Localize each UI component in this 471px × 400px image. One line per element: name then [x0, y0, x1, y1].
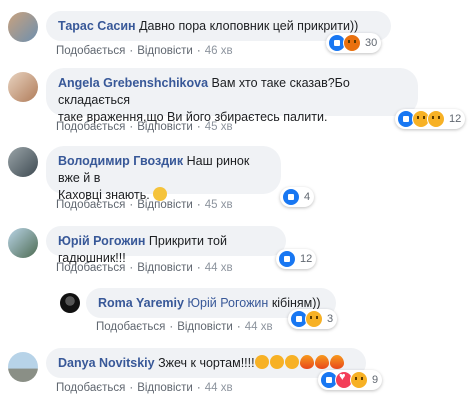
reaction-summary[interactable]: 3 [288, 309, 338, 329]
separator: · [129, 199, 134, 211]
comment-actions: Подобається · Відповісти · 45 хв [56, 121, 233, 133]
like-link[interactable]: Подобається [56, 382, 125, 394]
like-link[interactable]: Подобається [56, 121, 125, 133]
separator: · [196, 382, 201, 394]
like-reaction-icon [282, 188, 300, 206]
comment-author[interactable]: Roma Yaremiy [98, 296, 184, 310]
reaction-summary[interactable]: 4 [280, 187, 315, 207]
separator: · [169, 321, 174, 333]
comment-bubble: Danya Novitskiy Зжеч к чортам!!!! [46, 348, 366, 378]
timestamp[interactable]: 44 хв [205, 262, 233, 274]
haha-reaction-icon [350, 371, 368, 389]
comment-bubble: Angela Grebenshchikova Вам хто таке сказ… [46, 68, 418, 124]
reaction-count: 12 [449, 113, 462, 125]
reply-link[interactable]: Відповісти [137, 121, 193, 133]
angry-reaction-icon [343, 34, 361, 52]
comment-author[interactable]: Володимир Гвоздик [58, 154, 183, 168]
separator: · [129, 45, 134, 57]
avatar[interactable] [8, 147, 38, 177]
reaction-summary[interactable]: 12 [395, 109, 466, 129]
fire-emoji-icon [314, 355, 329, 369]
separator: · [236, 321, 241, 333]
avatar[interactable] [8, 352, 38, 382]
avatar[interactable] [8, 228, 38, 258]
comment-actions: Подобається · Відповісти · 44 хв [56, 262, 233, 274]
like-reaction-icon [278, 250, 296, 268]
wow-reaction-icon [427, 110, 445, 128]
reply-link[interactable]: Відповісти [137, 45, 193, 57]
comment-author[interactable]: Angela Grebenshchikova [58, 76, 208, 90]
fire-emoji-icon [299, 355, 314, 369]
timestamp[interactable]: 45 хв [205, 199, 233, 211]
reaction-summary[interactable]: 30 [326, 33, 382, 53]
like-link[interactable]: Подобається [56, 262, 125, 274]
comment-actions: Подобається · Відповісти · 44 хв [96, 321, 273, 333]
separator: · [129, 262, 134, 274]
comment-text: Давно пора клоповник цей прикрити)) [139, 19, 359, 33]
reaction-count: 30 [365, 37, 378, 49]
separator: · [129, 382, 134, 394]
comment-actions: Подобається · Відповісти · 46 хв [56, 45, 233, 57]
haha-reaction-icon [305, 310, 323, 328]
separator: · [196, 199, 201, 211]
separator: · [129, 121, 134, 133]
laughing-emoji-icon [254, 355, 269, 369]
laughing-emoji-icon [284, 355, 299, 369]
reaction-count: 3 [327, 313, 334, 325]
comment-author[interactable]: Danya Novitskiy [58, 356, 155, 370]
reaction-summary[interactable]: 12 [276, 249, 317, 269]
comment-actions: Подобається · Відповісти · 45 хв [56, 199, 233, 211]
comment-author[interactable]: Тарас Сасин [58, 19, 136, 33]
fire-emoji-icon [329, 355, 344, 369]
comment-bubble: Юрій Рогожин Прикрити той гадюшник!!! [46, 226, 286, 265]
like-link[interactable]: Подобається [96, 321, 165, 333]
comment-author[interactable]: Юрій Рогожин [58, 234, 145, 248]
reaction-count: 4 [304, 191, 311, 203]
separator: · [196, 121, 201, 133]
reply-link[interactable]: Відповісти [137, 262, 193, 274]
reply-link[interactable]: Відповісти [177, 321, 233, 333]
like-link[interactable]: Подобається [56, 199, 125, 211]
comment-bubble: Володимир Гвоздик Наш ринок вже й в Кахо… [46, 146, 281, 202]
mention-link[interactable]: Юрій Рогожин [187, 296, 268, 310]
reaction-count: 9 [372, 374, 379, 386]
timestamp[interactable]: 44 хв [245, 321, 273, 333]
reply-link[interactable]: Відповісти [137, 199, 193, 211]
separator: · [196, 45, 201, 57]
comment-text: кібіням)) [271, 296, 321, 310]
reaction-summary[interactable]: 9 [318, 370, 383, 390]
reply-link[interactable]: Відповісти [137, 382, 193, 394]
timestamp[interactable]: 44 хв [205, 382, 233, 394]
like-link[interactable]: Подобається [56, 45, 125, 57]
timestamp[interactable]: 46 хв [205, 45, 233, 57]
comment-text: Зжеч к чортам!!!! [158, 356, 255, 370]
comment-actions: Подобається · Відповісти · 44 хв [56, 382, 233, 394]
avatar[interactable] [8, 12, 38, 42]
reaction-count: 12 [300, 253, 313, 265]
timestamp[interactable]: 45 хв [205, 121, 233, 133]
avatar[interactable] [60, 293, 80, 313]
laughing-emoji-icon [269, 355, 284, 369]
avatar[interactable] [8, 72, 38, 102]
separator: · [196, 262, 201, 274]
